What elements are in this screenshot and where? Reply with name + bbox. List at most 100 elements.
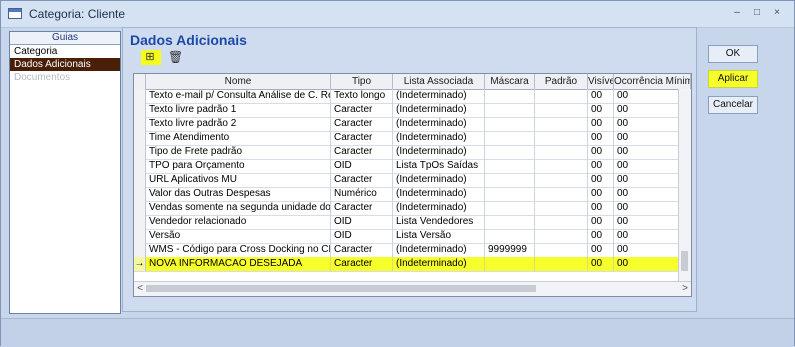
cell-nome[interactable]: TPO para Orçamento — [146, 159, 331, 173]
cell-tipo[interactable]: OID — [331, 159, 393, 173]
table-row[interactable]: Vendas somente na segunda unidade do pro… — [134, 201, 679, 216]
cell-lista[interactable]: (Indeterminado) — [393, 243, 485, 257]
nav-item-categoria[interactable]: Categoria — [10, 45, 120, 58]
cell-mascara[interactable] — [485, 117, 535, 131]
row-indicator[interactable] — [134, 173, 146, 187]
cell-mascara[interactable] — [485, 201, 535, 215]
cell-visivel[interactable]: 00 — [588, 89, 614, 103]
cell-lista[interactable]: (Indeterminado) — [393, 173, 485, 187]
cell-mascara[interactable] — [485, 187, 535, 201]
cell-tipo[interactable]: Caracter — [331, 243, 393, 257]
cell-ocorrencia[interactable]: 00 — [614, 243, 679, 257]
cell-ocorrencia[interactable]: 00 — [614, 89, 679, 103]
table-row[interactable]: Texto e-mail p/ Consulta Análise de C. R… — [134, 89, 679, 104]
cell-mascara[interactable] — [485, 257, 535, 271]
cell-lista[interactable]: Lista Vendedores — [393, 215, 485, 229]
cell-padrao[interactable] — [535, 243, 588, 257]
cell-lista[interactable]: (Indeterminado) — [393, 201, 485, 215]
cell-ocorrencia[interactable]: 00 — [614, 173, 679, 187]
table-row[interactable]: Time Atendimento Caracter (Indeterminado) 0… — [134, 131, 679, 146]
cell-padrao[interactable] — [535, 173, 588, 187]
row-indicator[interactable] — [134, 215, 146, 229]
cell-visivel[interactable]: 00 — [588, 131, 614, 145]
column-header-mascara[interactable]: Máscara — [485, 74, 535, 89]
row-indicator[interactable]: → — [134, 257, 146, 271]
row-indicator[interactable] — [134, 159, 146, 173]
cell-mascara[interactable] — [485, 215, 535, 229]
cell-padrao[interactable] — [535, 201, 588, 215]
column-header-padrao[interactable]: Padrão — [535, 74, 588, 89]
cell-lista[interactable]: (Indeterminado) — [393, 187, 485, 201]
column-header-nome[interactable]: Nome — [146, 74, 331, 89]
row-indicator[interactable] — [134, 145, 146, 159]
cell-ocorrencia[interactable]: 00 — [614, 257, 679, 271]
cell-padrao[interactable] — [535, 215, 588, 229]
cell-tipo[interactable]: OID — [331, 215, 393, 229]
cell-nome[interactable]: NOVA INFORMACAO DESEJADA — [146, 257, 331, 271]
nav-item-dados-adicionais[interactable]: Dados Adicionais — [10, 58, 120, 71]
table-row[interactable]: Versão OID Lista Versão 00 00 — [134, 229, 679, 244]
row-indicator[interactable] — [134, 131, 146, 145]
cell-lista[interactable]: Lista TpOs Saídas — [393, 159, 485, 173]
cell-nome[interactable]: Vendas somente na segunda unidade do pro… — [146, 201, 331, 215]
table-row-selected[interactable]: → NOVA INFORMACAO DESEJADA Caracter (Indete… — [134, 257, 679, 272]
cell-visivel[interactable]: 00 — [588, 229, 614, 243]
cell-nome[interactable]: Valor das Outras Despesas — [146, 187, 331, 201]
cell-ocorrencia[interactable]: 00 — [614, 103, 679, 117]
column-header-lista-associada[interactable]: Lista Associada — [393, 74, 485, 89]
cell-visivel[interactable]: 00 — [588, 103, 614, 117]
cell-tipo[interactable]: Caracter — [331, 131, 393, 145]
cell-tipo[interactable]: OID — [331, 229, 393, 243]
table-row[interactable]: URL Aplicativos MU Caracter (Indeterminado… — [134, 173, 679, 188]
horizontal-scroll-thumb[interactable] — [146, 285, 536, 292]
horizontal-scrollbar[interactable]: < > — [134, 281, 691, 296]
cell-padrao[interactable] — [535, 229, 588, 243]
cell-padrao[interactable] — [535, 103, 588, 117]
cell-padrao[interactable] — [535, 117, 588, 131]
cell-ocorrencia[interactable]: 00 — [614, 145, 679, 159]
cell-lista[interactable]: (Indeterminado) — [393, 257, 485, 271]
cell-tipo[interactable]: Caracter — [331, 117, 393, 131]
cell-visivel[interactable]: 00 — [588, 173, 614, 187]
close-button[interactable]: × — [770, 7, 784, 19]
cell-mascara[interactable] — [485, 159, 535, 173]
vertical-scroll-thumb[interactable] — [681, 251, 688, 271]
column-header-ocorrencia-minima[interactable]: Ocorrência Mínim — [614, 74, 691, 89]
cell-lista[interactable]: (Indeterminado) — [393, 145, 485, 159]
cell-padrao[interactable] — [535, 145, 588, 159]
cell-tipo[interactable]: Caracter — [331, 257, 393, 271]
cell-lista[interactable]: (Indeterminado) — [393, 131, 485, 145]
cell-visivel[interactable]: 00 — [588, 145, 614, 159]
cell-nome[interactable]: Tipo de Frete padrão — [146, 145, 331, 159]
cell-visivel[interactable]: 00 — [588, 117, 614, 131]
cell-visivel[interactable]: 00 — [588, 187, 614, 201]
maximize-button[interactable]: □ — [750, 7, 764, 19]
row-indicator[interactable] — [134, 229, 146, 243]
cell-ocorrencia[interactable]: 00 — [614, 131, 679, 145]
apply-button[interactable]: Aplicar — [708, 70, 758, 88]
cell-nome[interactable]: Texto livre padrão 1 — [146, 103, 331, 117]
vertical-scrollbar[interactable] — [678, 89, 691, 281]
cell-lista[interactable]: (Indeterminado) — [393, 117, 485, 131]
cell-visivel[interactable]: 00 — [588, 243, 614, 257]
cell-mascara[interactable] — [485, 229, 535, 243]
row-indicator[interactable] — [134, 201, 146, 215]
cell-padrao[interactable] — [535, 187, 588, 201]
scroll-right-arrow[interactable]: > — [679, 282, 691, 296]
cell-ocorrencia[interactable]: 00 — [614, 229, 679, 243]
table-row[interactable]: Valor das Outras Despesas Numérico (Indete… — [134, 187, 679, 202]
cell-padrao[interactable] — [535, 89, 588, 103]
row-indicator[interactable] — [134, 89, 146, 103]
cell-lista[interactable]: (Indeterminado) — [393, 103, 485, 117]
cell-lista[interactable]: Lista Versão — [393, 229, 485, 243]
minimize-button[interactable]: – — [730, 7, 744, 19]
cell-tipo[interactable]: Caracter — [331, 103, 393, 117]
cell-visivel[interactable]: 00 — [588, 215, 614, 229]
row-indicator[interactable] — [134, 243, 146, 257]
cell-nome[interactable]: Texto livre padrão 2 — [146, 117, 331, 131]
cell-tipo[interactable]: Numérico — [331, 187, 393, 201]
row-indicator[interactable] — [134, 187, 146, 201]
cell-visivel[interactable]: 00 — [588, 201, 614, 215]
cell-visivel[interactable]: 00 — [588, 159, 614, 173]
table-row[interactable]: WMS - Código para Cross Docking no CD Car… — [134, 243, 679, 258]
